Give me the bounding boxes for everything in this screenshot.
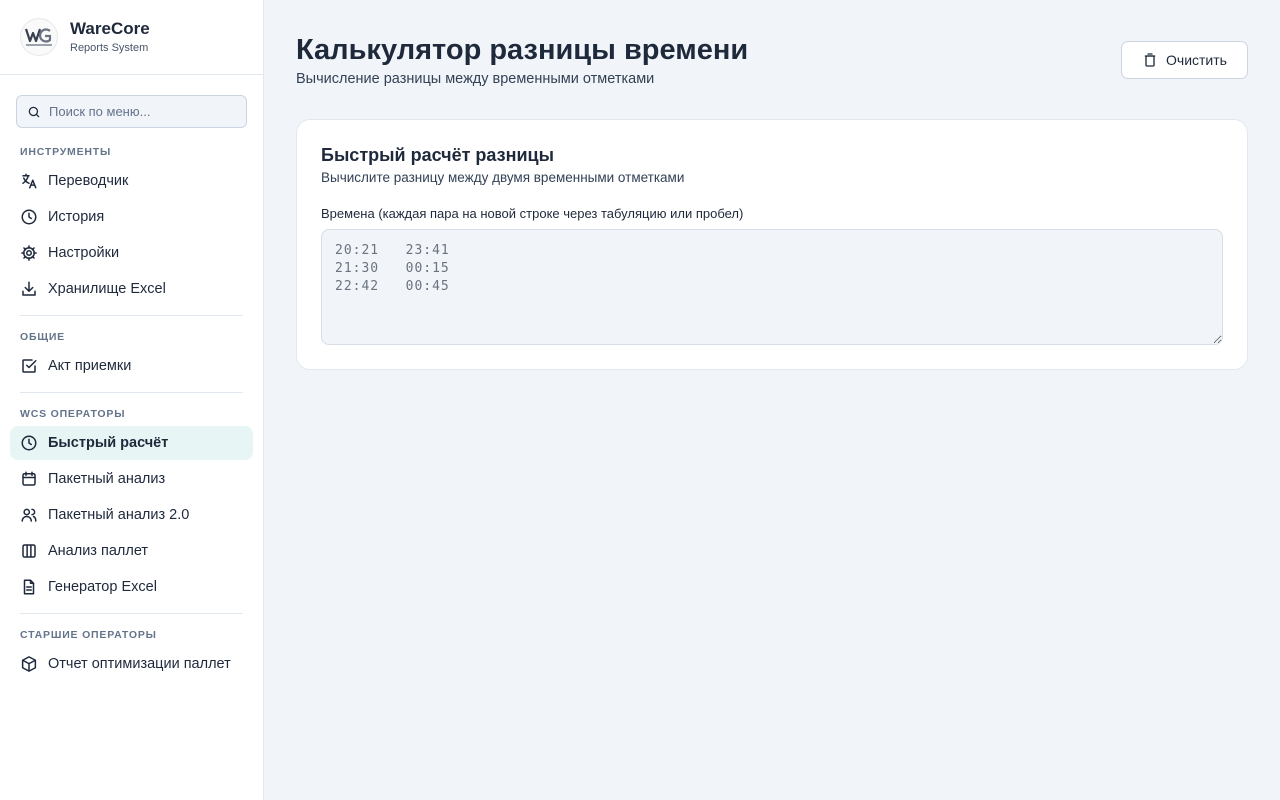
- checkbox-icon: [20, 357, 38, 375]
- sidebar-item-batch-analysis-2[interactable]: Пакетный анализ 2.0: [10, 498, 253, 532]
- divider: [20, 392, 243, 393]
- sidebar-item-batch-analysis[interactable]: Пакетный анализ: [10, 462, 253, 496]
- section-title-tools: ИНСТРУМЕНТЫ: [20, 146, 112, 158]
- clear-button-label: Очистить: [1166, 52, 1227, 68]
- page-subtitle: Вычисление разницы между временными отме…: [296, 71, 655, 87]
- main-content: Калькулятор разницы времени Вычисление р…: [264, 0, 1280, 800]
- gear-icon: [20, 244, 38, 262]
- page-title: Калькулятор разницы времени: [296, 34, 749, 66]
- divider: [20, 613, 243, 614]
- sidebar-search[interactable]: [16, 95, 247, 128]
- section-title-senior: СТАРШИЕ ОПЕРАТОРЫ: [20, 629, 157, 641]
- search-input[interactable]: [49, 104, 239, 119]
- clock-icon: [20, 434, 38, 452]
- sidebar-item-label: Акт приемки: [48, 358, 132, 374]
- sidebar-item-label: Пакетный анализ: [48, 471, 166, 487]
- sidebar: WareCore Reports System ИНСТРУМЕНТЫ Пере…: [0, 0, 264, 800]
- sidebar-item-excel-generator[interactable]: Генератор Excel: [10, 570, 253, 604]
- sidebar-nav: ИНСТРУМЕНТЫ Переводчик История Настройки…: [10, 140, 253, 683]
- times-field-label: Времена (каждая пара на новой строке чер…: [321, 206, 744, 221]
- sidebar-item-label: Хранилище Excel: [48, 281, 166, 297]
- clear-button[interactable]: Очистить: [1121, 41, 1248, 79]
- file-icon: [20, 578, 38, 596]
- trash-icon: [1142, 52, 1158, 68]
- brand[interactable]: WareCore Reports System: [0, 0, 263, 75]
- sidebar-item-label: Настройки: [48, 245, 120, 261]
- section-title-wcs: WCS ОПЕРАТОРЫ: [20, 408, 126, 420]
- card-title: Быстрый расчёт разницы: [321, 145, 554, 165]
- users-icon: [20, 506, 38, 524]
- sidebar-item-history[interactable]: История: [10, 200, 253, 234]
- sidebar-item-quick-calc[interactable]: Быстрый расчёт: [10, 426, 253, 460]
- divider: [20, 315, 243, 316]
- brand-subtitle: Reports System: [70, 42, 149, 54]
- brand-logo: [20, 18, 58, 56]
- download-icon: [20, 280, 38, 298]
- sidebar-item-settings[interactable]: Настройки: [10, 236, 253, 270]
- sidebar-item-label: История: [48, 209, 105, 225]
- sidebar-item-acceptance[interactable]: Акт приемки: [10, 349, 253, 383]
- search-icon: [27, 105, 41, 119]
- card-subtitle: Вычислите разницу между двумя временными…: [321, 170, 685, 185]
- quick-calc-card: Быстрый расчёт разницы Вычислите разницу…: [296, 119, 1248, 370]
- sidebar-item-excel-storage[interactable]: Хранилище Excel: [10, 272, 253, 306]
- sidebar-item-pallet-optimization[interactable]: Отчет оптимизации паллет: [10, 647, 253, 681]
- sidebar-item-label: Отчет оптимизации паллет: [48, 656, 231, 672]
- sidebar-item-label: Анализ паллет: [48, 543, 149, 559]
- brand-name: WareCore: [70, 19, 150, 38]
- box-icon: [20, 655, 38, 673]
- times-textarea[interactable]: [321, 229, 1223, 345]
- columns-icon: [20, 542, 38, 560]
- sidebar-item-label: Быстрый расчёт: [48, 435, 169, 451]
- sidebar-item-label: Переводчик: [48, 173, 129, 189]
- sidebar-item-translator[interactable]: Переводчик: [10, 164, 253, 198]
- sidebar-item-label: Пакетный анализ 2.0: [48, 507, 190, 523]
- clock-icon: [20, 208, 38, 226]
- translate-icon: [20, 172, 38, 190]
- section-title-general: ОБЩИЕ: [20, 331, 65, 343]
- sidebar-item-pallet-analysis[interactable]: Анализ паллет: [10, 534, 253, 568]
- sidebar-item-label: Генератор Excel: [48, 579, 157, 595]
- calendar-icon: [20, 470, 38, 488]
